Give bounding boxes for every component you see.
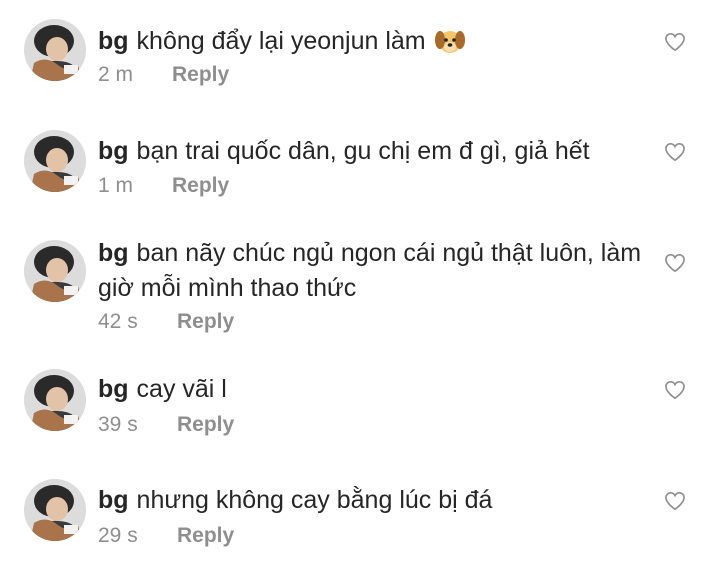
comment-text: bạn trai quốc dân, gu chị em đ gì, giả h… (136, 137, 590, 165)
comment-body: bg không đẩy lại yeonjun làm (98, 24, 658, 65)
comment-meta: 29 s Reply (98, 524, 234, 548)
reply-button[interactable]: Reply (177, 524, 234, 548)
comment-meta: 42 s Reply (98, 310, 234, 334)
comment-body: bg bạn trai quốc dân, gu chị em đ gì, giả… (98, 134, 658, 169)
comment-timestamp: 1 m (98, 174, 134, 197)
heart-icon[interactable] (664, 32, 686, 52)
comment-meta: 1 m Reply (98, 174, 229, 198)
avatar[interactable] (24, 240, 86, 302)
comment-username[interactable]: bg (98, 137, 129, 165)
avatar-image (24, 19, 86, 81)
avatar[interactable] (24, 130, 86, 192)
heart-icon[interactable] (664, 253, 686, 273)
comment-text: không đẩy lại yeonjun làm (136, 27, 426, 55)
heart-icon[interactable] (664, 380, 686, 400)
comment-body: bg nhưng không cay bằng lúc bị đá (98, 483, 658, 518)
comment-username[interactable]: bg (98, 486, 129, 514)
comment-meta: 2 m Reply (98, 63, 229, 87)
heart-icon[interactable] (664, 142, 686, 162)
comment-timestamp: 29 s (98, 524, 138, 547)
comment-username[interactable]: bg (98, 239, 129, 267)
avatar[interactable] (24, 369, 86, 431)
comment-timestamp: 42 s (98, 310, 138, 333)
comment-username[interactable]: bg (98, 375, 129, 403)
reply-button[interactable]: Reply (172, 174, 229, 198)
comment-username[interactable]: bg (98, 27, 129, 55)
comment-text: nhưng không cay bằng lúc bị đá (136, 486, 493, 514)
avatar[interactable] (24, 19, 86, 81)
avatar-image (24, 369, 86, 431)
heart-icon[interactable] (664, 491, 686, 511)
comment-body: bg ban nãy chúc ngủ ngon cái ngủ thật luô… (98, 236, 643, 306)
avatar-image (24, 479, 86, 541)
reply-button[interactable]: Reply (177, 310, 234, 334)
comment-timestamp: 39 s (98, 413, 138, 436)
avatar-image (24, 240, 86, 302)
comment-timestamp: 2 m (98, 63, 134, 86)
avatar-image (24, 130, 86, 192)
reply-button[interactable]: Reply (172, 63, 229, 87)
comment-text: ban nãy chúc ngủ ngon cái ngủ thật luôn,… (98, 239, 642, 302)
dog-face-emoji (434, 27, 465, 65)
comment-text: cay vãi l (136, 375, 227, 403)
reply-button[interactable]: Reply (177, 413, 234, 437)
comment-meta: 39 s Reply (98, 413, 234, 437)
avatar[interactable] (24, 479, 86, 541)
comment-body: bg cay vãi l (98, 372, 658, 407)
